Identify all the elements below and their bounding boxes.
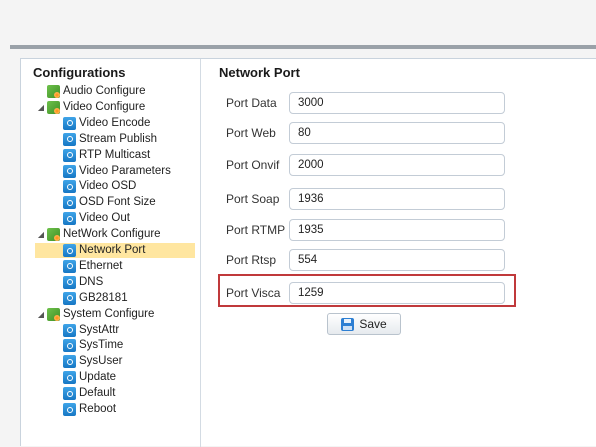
settings-icon xyxy=(63,323,76,337)
folder-gear-icon xyxy=(47,307,60,321)
tree-item-label: SysUser xyxy=(79,355,123,368)
tree-item-ethernet[interactable]: Ethernet xyxy=(63,259,193,274)
tree-item-label: Stream Publish xyxy=(79,132,157,145)
field-row-port-onvif: Port Onvif xyxy=(201,154,596,176)
tree-item-dns[interactable]: DNS xyxy=(63,275,193,290)
tree-item-label: Video Encode xyxy=(79,116,151,129)
port-data-input[interactable] xyxy=(289,92,505,114)
expand-toggle-icon[interactable]: ◢ xyxy=(36,227,46,242)
settings-icon xyxy=(63,371,76,385)
tree-item-label: Video Parameters xyxy=(79,164,171,177)
tree-item-default[interactable]: Default xyxy=(63,386,193,401)
main-content: Network Port Port Data Port Web Port Onvif… xyxy=(201,59,596,447)
settings-icon xyxy=(63,387,76,401)
field-row-port-rtsp: Port Rtsp xyxy=(201,249,596,271)
save-button-label: Save xyxy=(359,317,387,331)
settings-icon xyxy=(63,355,76,369)
settings-icon xyxy=(63,148,76,162)
tree-folder-audio-configure[interactable]: Audio Configure xyxy=(47,84,193,99)
tree-item-label: GB28181 xyxy=(79,291,128,304)
port-rtmp-input[interactable] xyxy=(289,219,505,241)
tree-item-label: SysTime xyxy=(79,339,124,352)
field-row-port-web: Port Web xyxy=(201,122,596,144)
tree-item-label: Audio Configure xyxy=(63,85,146,97)
settings-icon xyxy=(63,259,76,273)
tree-item-update[interactable]: Update xyxy=(63,370,193,385)
tree-item-label: Network Port xyxy=(79,244,146,256)
settings-icon xyxy=(63,196,76,210)
settings-icon xyxy=(63,339,76,353)
tree-item-label: Ethernet xyxy=(79,259,123,272)
settings-icon xyxy=(63,275,76,289)
tree-item-systattr[interactable]: SystAttr xyxy=(63,323,193,338)
save-icon xyxy=(341,317,355,331)
tree-item-label: NetWork Configure xyxy=(63,228,161,241)
save-button[interactable]: Save xyxy=(327,313,401,335)
port-rtsp-input[interactable] xyxy=(289,249,505,271)
port-visca-highlight-box xyxy=(218,274,516,307)
tree-item-label: OSD Font Size xyxy=(79,196,156,209)
tree-item-label: RTP Multicast xyxy=(79,148,151,161)
tree-item-osd-font-size[interactable]: OSD Font Size xyxy=(63,195,193,210)
tree-item-video-osd[interactable]: Video OSD xyxy=(63,179,193,194)
tree-folder-network-configure[interactable]: ◢ NetWork Configure xyxy=(38,227,193,242)
sidebar-title: Configurations xyxy=(33,65,126,80)
tree-item-stream-publish[interactable]: Stream Publish xyxy=(63,132,193,147)
tree-item-reboot[interactable]: Reboot xyxy=(63,402,193,417)
settings-icon xyxy=(63,116,76,130)
tree-folder-system-configure[interactable]: ◢ System Configure xyxy=(38,307,193,322)
tree-item-label: DNS xyxy=(79,275,104,288)
folder-gear-icon xyxy=(47,100,60,114)
tree-item-label: Update xyxy=(79,371,117,384)
folder-gear-icon xyxy=(47,85,60,98)
tree-item-label: Default xyxy=(79,387,116,400)
tree-item-rtp-multicast[interactable]: RTP Multicast xyxy=(63,148,193,163)
field-row-port-rtmp: Port RTMP xyxy=(201,219,596,241)
port-onvif-label: Port Onvif xyxy=(226,158,280,172)
tree-item-label: Video Out xyxy=(79,212,130,225)
tree-item-video-parameters[interactable]: Video Parameters xyxy=(63,164,193,179)
expand-toggle-icon[interactable]: ◢ xyxy=(36,307,46,322)
tree-item-video-encode[interactable]: Video Encode xyxy=(63,116,193,131)
folder-gear-icon xyxy=(47,228,60,242)
tree-item-label: System Configure xyxy=(63,307,155,320)
settings-icon xyxy=(63,164,76,178)
tree-item-label: Reboot xyxy=(79,403,117,415)
field-row-port-soap: Port Soap xyxy=(201,188,596,210)
port-rtmp-label: Port RTMP xyxy=(226,223,286,237)
port-soap-label: Port Soap xyxy=(226,192,280,206)
field-row-port-data: Port Data xyxy=(201,92,596,114)
sidebar: Configurations Audio Configure ◢ Video Con… xyxy=(21,59,201,447)
port-rtsp-label: Port Rtsp xyxy=(226,253,277,267)
tree-item-label: Video OSD xyxy=(79,180,137,193)
top-divider-bar xyxy=(10,45,596,49)
port-soap-input[interactable] xyxy=(289,188,505,210)
tree-item-systime[interactable]: SysTime xyxy=(63,338,193,353)
settings-icon xyxy=(63,291,76,305)
config-panel: Configurations Audio Configure ◢ Video Con… xyxy=(20,58,596,447)
tree-item-video-out[interactable]: Video Out xyxy=(63,211,193,226)
tree-item-network-port[interactable]: Network Port xyxy=(35,243,195,258)
settings-icon xyxy=(63,244,76,257)
settings-icon xyxy=(63,403,76,416)
expand-toggle-icon[interactable]: ◢ xyxy=(36,100,46,115)
settings-icon xyxy=(63,212,76,226)
port-web-label: Port Web xyxy=(226,126,276,140)
tree-item-sysuser[interactable]: SysUser xyxy=(63,354,193,369)
tree-item-gb28181[interactable]: GB28181 xyxy=(63,291,193,306)
tree-folder-video-configure[interactable]: ◢ Video Configure xyxy=(38,100,193,115)
tree-item-label: Video Configure xyxy=(63,100,146,113)
port-web-input[interactable] xyxy=(289,122,505,144)
tree-item-label: SystAttr xyxy=(79,323,120,336)
settings-icon xyxy=(63,132,76,146)
page-title: Network Port xyxy=(219,65,300,80)
settings-icon xyxy=(63,180,76,194)
port-data-label: Port Data xyxy=(226,96,277,110)
port-onvif-input[interactable] xyxy=(289,154,505,176)
